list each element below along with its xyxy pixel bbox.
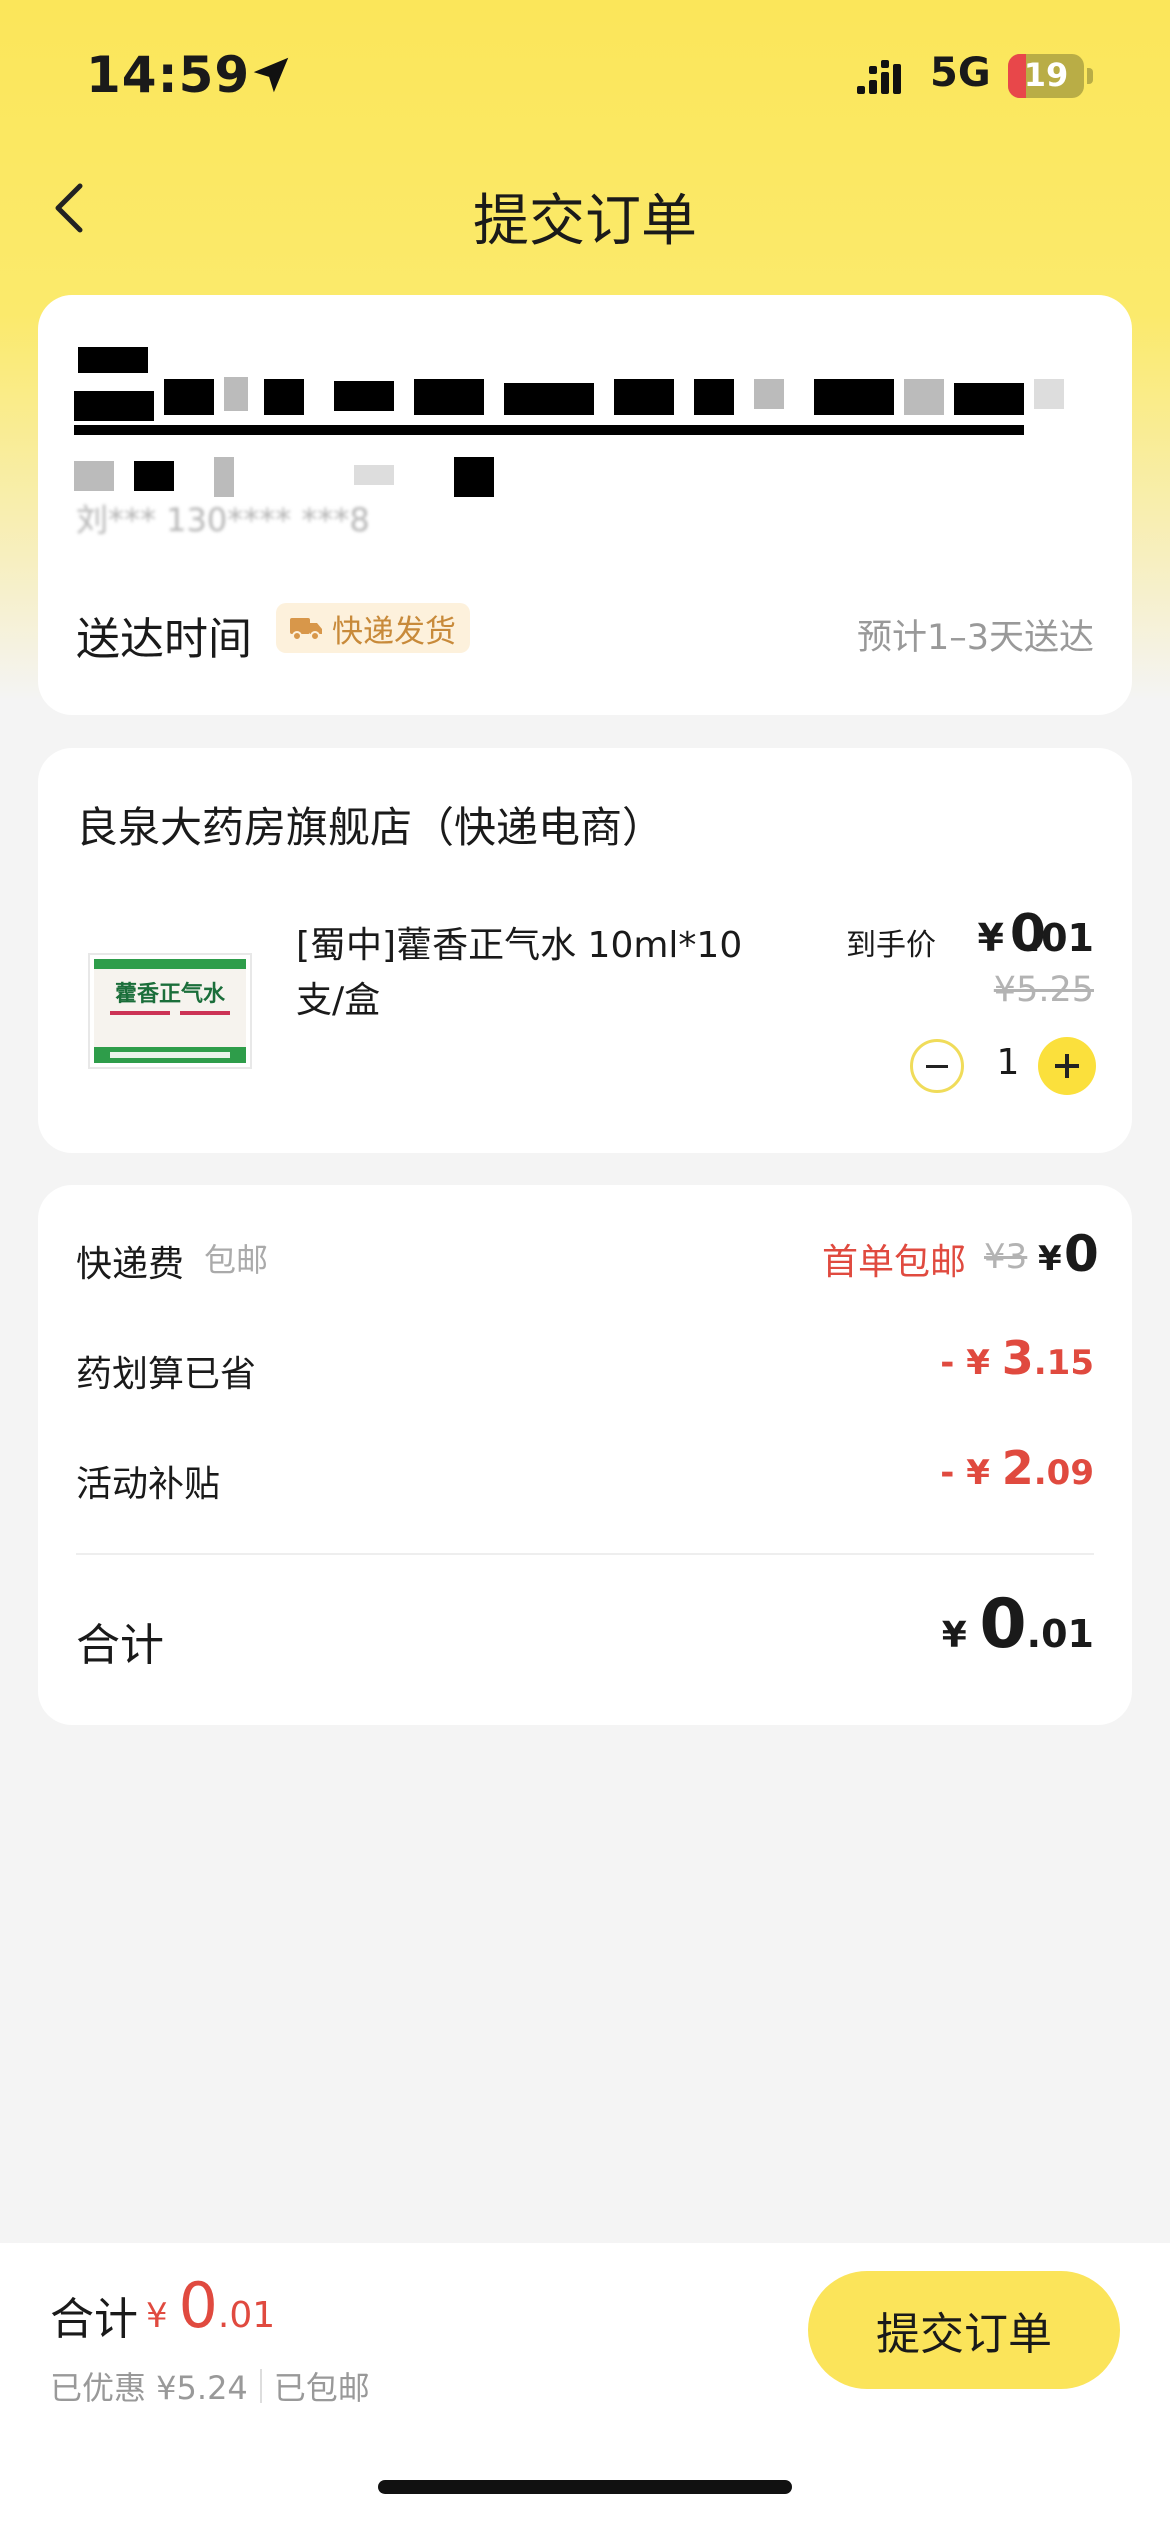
subsidy-decimal: .09 <box>1033 1453 1094 1493</box>
quantity-increase-button[interactable] <box>1038 1037 1096 1095</box>
battery-tip <box>1087 68 1093 84</box>
bottom-total-yen: ¥ <box>146 2296 179 2336</box>
location-arrow-icon <box>253 57 289 93</box>
submit-order-button[interactable]: 提交订单 <box>808 2271 1120 2389</box>
battery-level: 19 <box>1023 56 1069 94</box>
page-title: 提交订单 <box>473 189 697 254</box>
product-name[interactable]: [蜀中]藿香正气水 10ml*10支/盒 <box>296 918 766 1028</box>
address-card[interactable]: 刘*** 130**** ***8 送达时间 快递发货 预计1–3天送达 <box>38 295 1132 715</box>
shipping-original-fee: ¥3 <box>984 1237 1028 1277</box>
bottom-total-decimal: .01 <box>217 2295 276 2336</box>
saved-decimal: .15 <box>1033 1343 1094 1383</box>
subsidy-amount: - ¥ 2.09 <box>940 1441 1094 1495</box>
discount-text: 已优惠 ¥5.24 <box>50 2369 248 2407</box>
total-yen: ¥ <box>941 1615 980 1656</box>
address-contact: 刘*** 130**** ***8 <box>76 501 370 539</box>
delivery-eta: 预计1–3天送达 <box>856 618 1094 658</box>
total-amount: ¥ 0.01 <box>942 1585 1094 1664</box>
status-time: 14:59 <box>86 46 251 104</box>
store-card: 良泉大药房旗舰店（快递电商） 藿香正气水 [蜀中]藿香正气水 10ml*10支/… <box>38 748 1132 1153</box>
total-integer: 0 <box>979 1585 1027 1664</box>
bottom-total-integer: 0 <box>178 2269 218 2342</box>
free-shipping-text: 已包邮 <box>273 2369 370 2407</box>
saved-label: 药划算已省 <box>76 1354 257 1395</box>
shipping-fee-label: 快递费 <box>76 1244 185 1285</box>
bottom-total-label: 合计 <box>50 2294 138 2345</box>
subsidy-prefix: - ¥ <box>940 1453 1002 1493</box>
bottom-discount-info: 已优惠 ¥5.24 已包邮 <box>50 2363 370 2409</box>
shipping-fee-yen: ¥ <box>1038 1239 1062 1279</box>
final-price-label: 到手价 <box>846 928 936 963</box>
battery-icon: 19 <box>1008 54 1084 98</box>
home-indicator[interactable] <box>378 2480 792 2494</box>
original-price: ¥5.25 <box>993 970 1094 1010</box>
divider <box>76 1553 1094 1555</box>
express-tag-label: 快递发货 <box>332 613 456 650</box>
separator <box>259 2369 262 2403</box>
quantity-value: 1 <box>996 1042 1020 1083</box>
final-price-yen: ¥ <box>977 916 1004 960</box>
shipping-fee-sub: 包邮 <box>204 1241 269 1279</box>
product-box-image[interactable]: 藿香正气水 <box>88 953 252 1069</box>
bottom-total-amount: ¥ 0.01 <box>146 2269 275 2342</box>
saved-integer: 3 <box>1001 1331 1034 1385</box>
total-label: 合计 <box>76 1620 164 1671</box>
quantity-decrease-button[interactable] <box>910 1039 964 1093</box>
first-order-free-shipping: 首单包邮 <box>822 1242 967 1283</box>
saved-prefix: - ¥ <box>940 1343 1002 1383</box>
total-decimal: .01 <box>1026 1612 1094 1656</box>
status-bar: 14:59 5G 19 <box>0 0 1170 150</box>
delivery-time-label: 送达时间 <box>76 614 252 665</box>
fee-summary-card: 快递费 包邮 首单包邮 ¥3 ¥ 0 药划算已省 - ¥ 3.15 活动补贴 -… <box>38 1185 1132 1725</box>
store-name[interactable]: 良泉大药房旗舰店（快递电商） <box>76 794 664 855</box>
signal-icon <box>857 60 901 94</box>
subsidy-label: 活动补贴 <box>76 1464 221 1505</box>
network-type: 5G <box>930 50 991 96</box>
saved-amount: - ¥ 3.15 <box>940 1331 1094 1385</box>
final-price-decimal: .01 <box>1026 916 1094 960</box>
express-tag: 快递发货 <box>276 603 470 653</box>
subsidy-integer: 2 <box>1001 1441 1034 1495</box>
truck-icon <box>290 618 322 641</box>
svg-text:藿香正气水: 藿香正气水 <box>115 981 226 1007</box>
shipping-fee-value: 0 <box>1064 1225 1099 1283</box>
